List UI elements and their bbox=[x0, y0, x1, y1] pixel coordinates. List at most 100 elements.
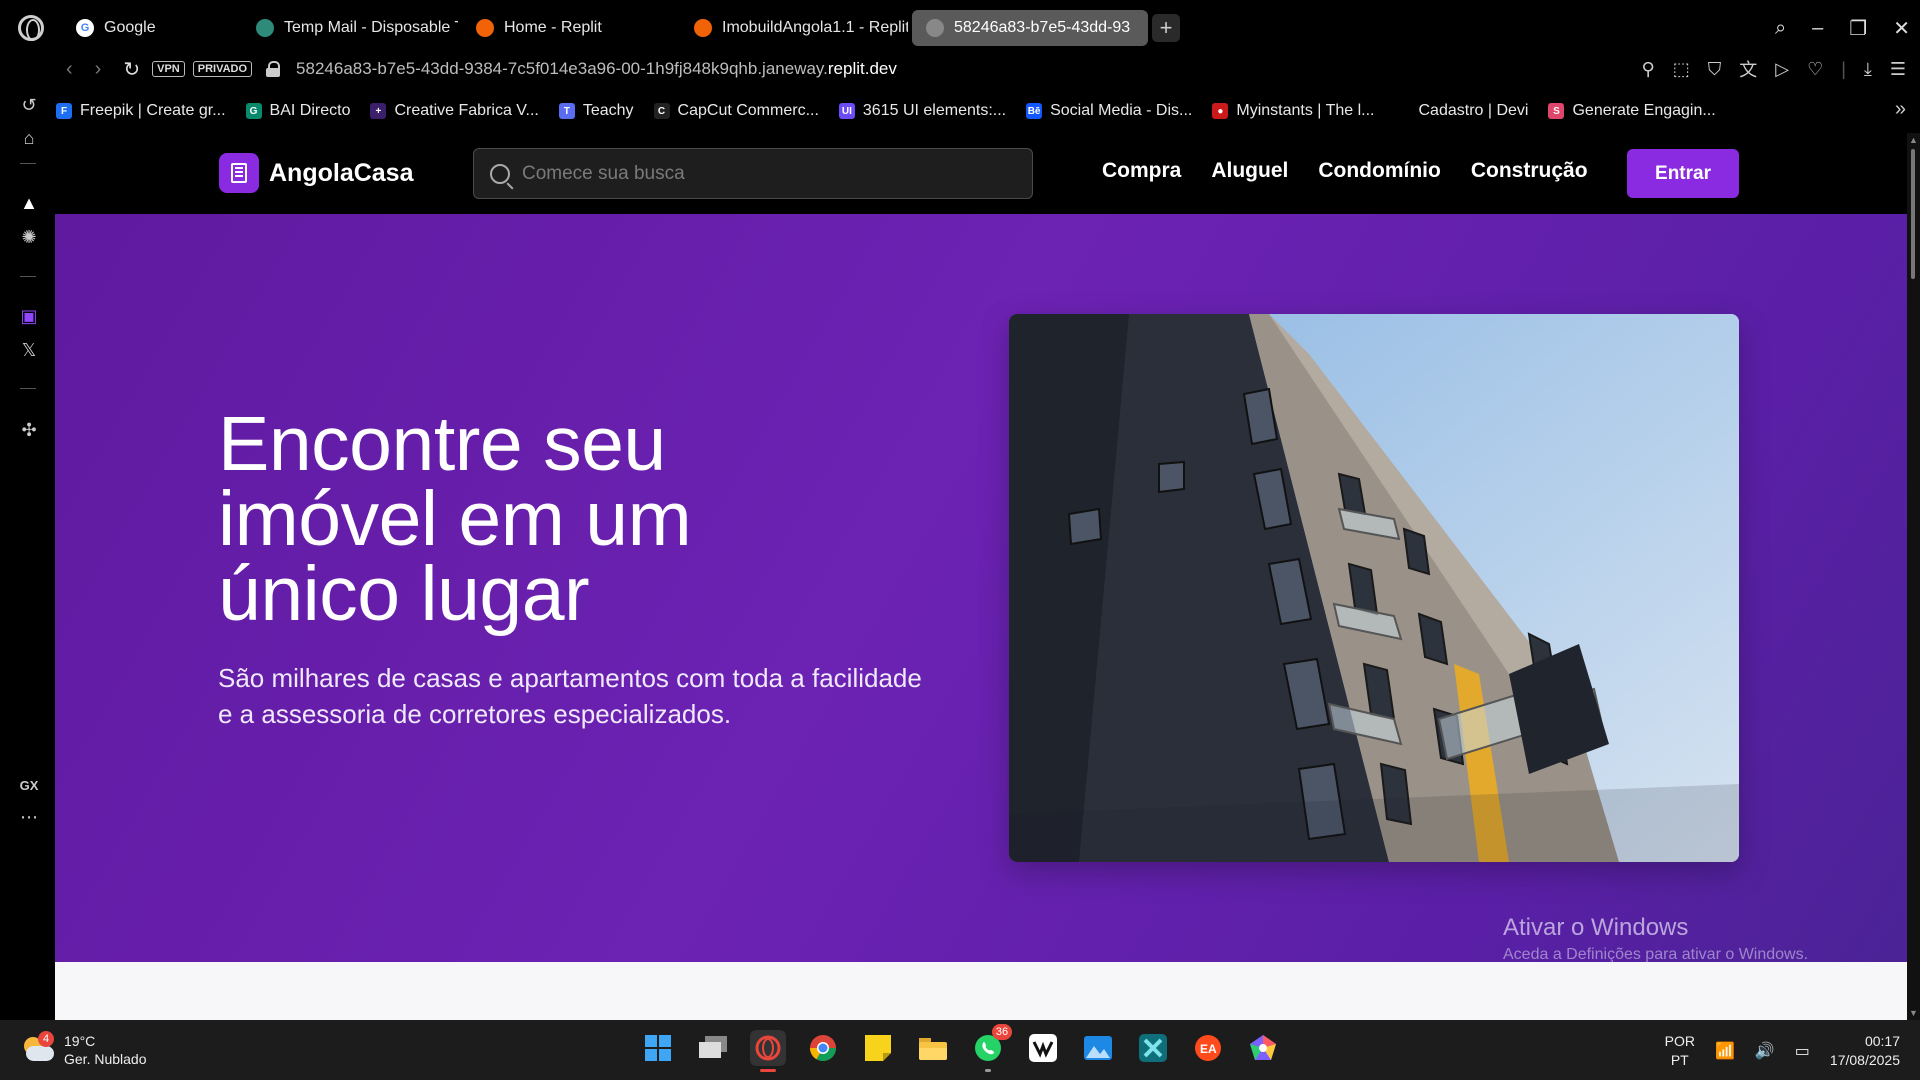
history-icon[interactable]: ↺ bbox=[18, 94, 40, 116]
bookmark-item[interactable]: F Freepik | Create gr... bbox=[56, 102, 226, 120]
bookmark-favicon-icon: Bē bbox=[1026, 103, 1043, 119]
bookmark-item[interactable]: S Generate Engagin... bbox=[1548, 102, 1716, 120]
scroll-down-icon[interactable]: ▼ bbox=[1909, 1008, 1918, 1018]
tab-label: Home - Replit bbox=[504, 19, 602, 36]
hero-title: Encontre seu imóvel em um único lugar bbox=[218, 401, 692, 637]
file-explorer-icon[interactable] bbox=[915, 1030, 951, 1066]
nav-construcao[interactable]: Construção bbox=[1471, 159, 1588, 183]
scroll-up-icon[interactable]: ▲ bbox=[1909, 135, 1918, 145]
easy-setup-icon[interactable]: ☰ bbox=[1890, 59, 1906, 80]
heart-icon[interactable]: ♡ bbox=[1807, 59, 1823, 80]
bookmark-favicon-icon: S bbox=[1548, 103, 1565, 119]
restore-icon[interactable]: ❐ bbox=[1849, 16, 1867, 41]
opera-gx-taskbar-icon[interactable] bbox=[750, 1030, 786, 1072]
search-box[interactable] bbox=[473, 148, 1033, 199]
tab-strip: G Google Temp Mail - Disposable T Home - Re… bbox=[62, 10, 1148, 46]
address-bar-actions: ⚲ ⬚ ⛉ 文 ▷ ♡ | ⤓ ☰ bbox=[1642, 56, 1906, 82]
bookmark-item[interactable]: G BAI Directo bbox=[245, 102, 350, 120]
colorful-pentagon-icon[interactable] bbox=[1245, 1030, 1281, 1066]
url-field[interactable]: 58246a83-b7e5-43dd-9384-7c5f014e3a96-00-… bbox=[296, 59, 897, 79]
aria-ai-icon[interactable]: ▲ bbox=[18, 192, 40, 214]
vpn-badge[interactable]: VPN bbox=[152, 61, 185, 77]
bookmark-item[interactable]: UI 3615 UI elements:... bbox=[838, 102, 1006, 120]
tab-favicon-icon bbox=[926, 19, 944, 37]
bookmark-item[interactable]: Cadastro | Devi bbox=[1394, 102, 1528, 120]
gx-label[interactable]: GX bbox=[16, 774, 42, 796]
send-icon[interactable]: ▷ bbox=[1775, 59, 1789, 80]
ea-app-icon[interactable]: EA bbox=[1190, 1030, 1226, 1066]
scrollbar-thumb[interactable] bbox=[1911, 149, 1915, 279]
tab-label: ImobuildAngola1.1 - Replit bbox=[722, 19, 908, 36]
login-button[interactable]: Entrar bbox=[1627, 149, 1739, 198]
tab-favicon-icon bbox=[476, 19, 494, 37]
new-tab-button[interactable]: + bbox=[1152, 14, 1180, 42]
pin-icon[interactable]: ⚲ bbox=[1642, 59, 1655, 80]
tab-label: 58246a83-b7e5-43dd-93 bbox=[954, 19, 1131, 36]
bookmark-item[interactable]: Bē Social Media - Dis... bbox=[1026, 102, 1192, 120]
brand[interactable]: AngolaCasa bbox=[219, 153, 413, 193]
bookmark-item[interactable]: T Teachy bbox=[558, 102, 634, 120]
battery-icon[interactable]: ▭ bbox=[1795, 1041, 1810, 1061]
bookmark-item[interactable]: ● Myinstants | The l... bbox=[1212, 102, 1375, 120]
main-nav: Compra Aluguel Condomínio Construção bbox=[1102, 159, 1588, 183]
back-icon[interactable]: ‹ bbox=[66, 58, 73, 81]
extensions-icon[interactable]: ✣ bbox=[18, 419, 40, 441]
twitch-icon[interactable]: ▣ bbox=[18, 305, 40, 327]
url-prefix: 58246a83-b7e5-43dd-9384-7c5f014e3a96-00-… bbox=[296, 59, 828, 78]
tab-favicon-icon bbox=[694, 19, 712, 37]
bookmark-item[interactable]: + Creative Fabrica V... bbox=[370, 102, 539, 120]
lock-icon[interactable] bbox=[266, 61, 281, 77]
browser-tab[interactable]: Temp Mail - Disposable T bbox=[242, 10, 458, 46]
reload-icon[interactable]: ↻ bbox=[123, 57, 140, 82]
capcut-x-icon[interactable] bbox=[1135, 1030, 1171, 1066]
volume-icon[interactable]: 🔊 bbox=[1755, 1041, 1775, 1061]
chatgpt-icon[interactable]: ✺ bbox=[18, 226, 40, 248]
nav-condominio[interactable]: Condomínio bbox=[1318, 159, 1440, 183]
whatsapp-icon[interactable]: 36 bbox=[970, 1024, 1012, 1072]
translate-icon[interactable]: 文 bbox=[1739, 56, 1757, 82]
start-button[interactable] bbox=[640, 1030, 676, 1066]
tab-label: Google bbox=[104, 19, 156, 36]
task-view-icon[interactable] bbox=[695, 1030, 731, 1066]
private-badge: PRIVADO bbox=[192, 61, 253, 77]
search-tabs-icon[interactable]: ⌕ bbox=[1775, 17, 1786, 40]
sticky-notes-icon[interactable] bbox=[860, 1030, 896, 1066]
nav-compra[interactable]: Compra bbox=[1102, 159, 1181, 183]
input-language[interactable]: POR PT bbox=[1665, 1032, 1695, 1070]
weather-widget[interactable]: 4 19°C Ger. Nublado bbox=[20, 1031, 147, 1068]
sidebar-more-icon[interactable]: ⋯ bbox=[18, 806, 40, 828]
system-tray: POR PT 📶 🔊 ▭ 00:17 17/08/2025 bbox=[1665, 1032, 1900, 1070]
snapshot-icon[interactable]: ⬚ bbox=[1673, 59, 1690, 80]
windows-taskbar: 4 19°C Ger. Nublado 36 EA POR PT 📶 🔊 ▭ 0… bbox=[0, 1020, 1920, 1080]
clock[interactable]: 00:17 17/08/2025 bbox=[1830, 1032, 1900, 1070]
chrome-icon[interactable] bbox=[805, 1030, 841, 1066]
tab-label: Temp Mail - Disposable T bbox=[284, 19, 458, 36]
minimize-icon[interactable]: – bbox=[1812, 17, 1823, 40]
browser-tab[interactable]: Home - Replit bbox=[462, 10, 676, 46]
browser-tab[interactable]: ImobuildAngola1.1 - Replit bbox=[680, 10, 908, 46]
nav-aluguel[interactable]: Aluguel bbox=[1211, 159, 1288, 183]
download-icon[interactable]: ⤓ bbox=[1864, 59, 1872, 80]
wifi-icon[interactable]: 📶 bbox=[1715, 1041, 1735, 1061]
close-window-icon[interactable]: ✕ bbox=[1893, 16, 1910, 41]
browser-tab[interactable]: 58246a83-b7e5-43dd-93 bbox=[912, 10, 1148, 46]
bookmark-label: Generate Engagin... bbox=[1572, 102, 1716, 119]
bookmark-item[interactable]: C CapCut Commerc... bbox=[653, 102, 819, 120]
photos-icon[interactable] bbox=[1080, 1030, 1116, 1066]
shield-icon[interactable]: ⛉ bbox=[1708, 59, 1722, 80]
bookmark-favicon-icon: T bbox=[558, 103, 575, 119]
tab-favicon-icon bbox=[256, 19, 274, 37]
capcut-icon[interactable] bbox=[1025, 1030, 1061, 1066]
opera-menu-icon[interactable] bbox=[0, 0, 62, 56]
browser-tab[interactable]: G Google bbox=[62, 10, 238, 46]
more-bookmarks-icon[interactable]: » bbox=[1895, 98, 1906, 121]
x-icon[interactable]: 𝕏 bbox=[18, 339, 40, 361]
page-scrollbar[interactable]: ▲ ▼ bbox=[1907, 133, 1920, 1020]
bookmarks-bar: F Freepik | Create gr... G BAI Directo + Crea… bbox=[56, 94, 1716, 128]
aria-icon[interactable]: ⌂ bbox=[18, 127, 40, 149]
building-logo-icon bbox=[219, 153, 259, 193]
bookmark-label: Creative Fabrica V... bbox=[394, 102, 539, 119]
search-input[interactable] bbox=[522, 162, 1002, 185]
forward-icon[interactable]: › bbox=[95, 58, 102, 81]
bookmark-favicon-icon bbox=[1394, 103, 1411, 119]
